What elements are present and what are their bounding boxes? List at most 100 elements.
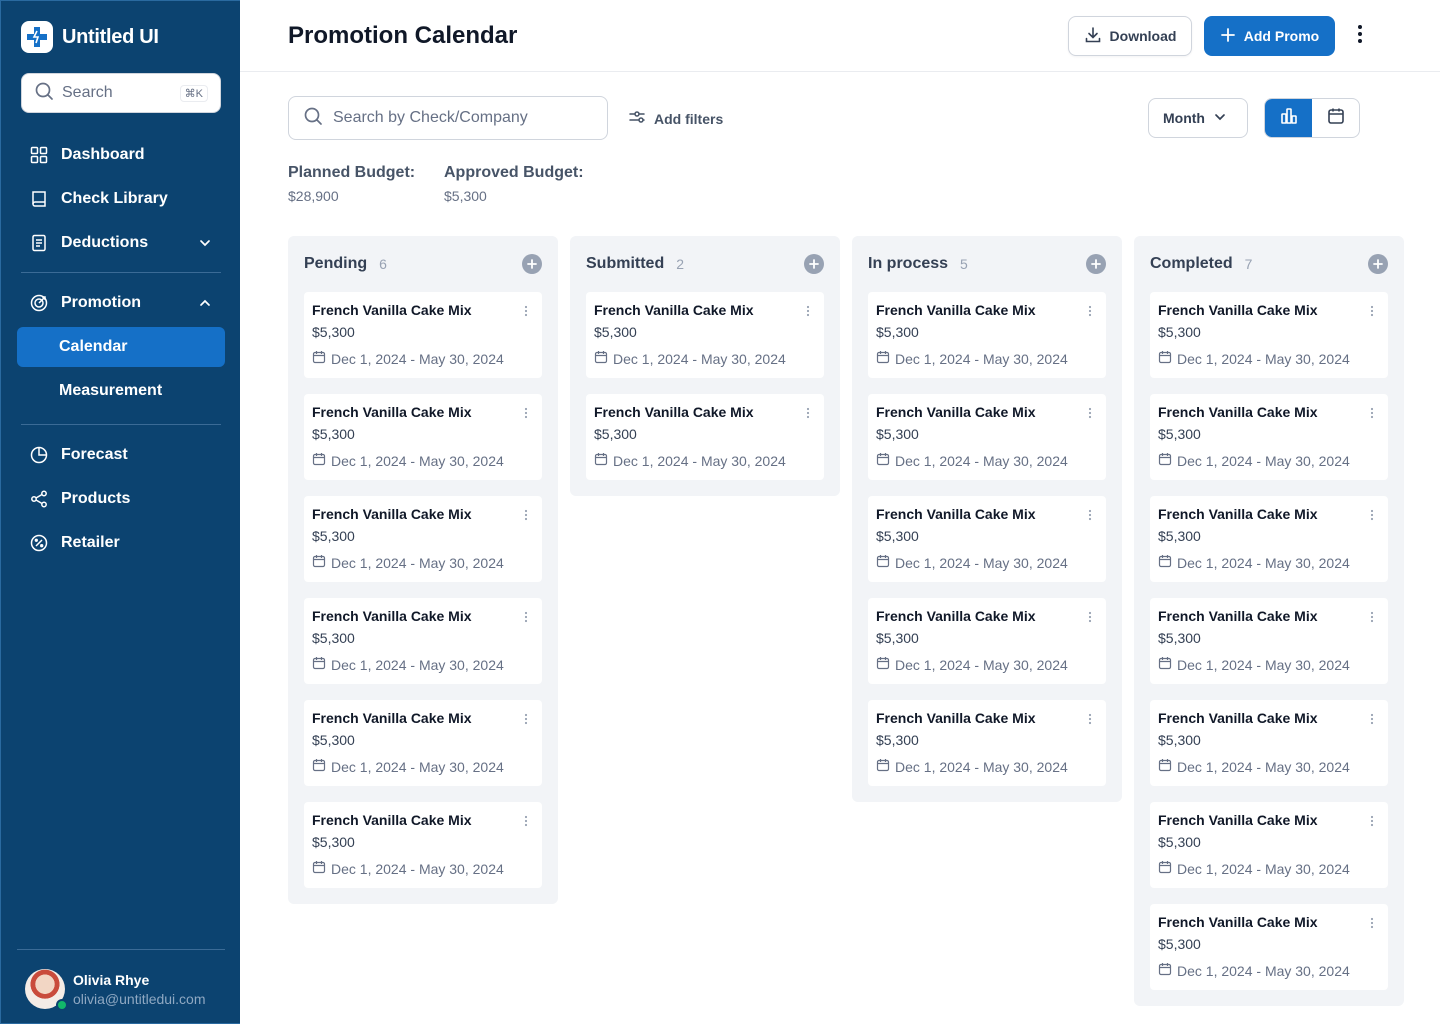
card-amount: $5,300 [876, 732, 919, 748]
promo-card[interactable]: French Vanilla Cake Mix $5,300 Dec 1, 2024… [304, 394, 542, 480]
promo-card[interactable]: French Vanilla Cake Mix $5,300 Dec 1, 2024… [586, 292, 824, 378]
period-select[interactable]: Month [1148, 98, 1248, 138]
more-vertical-icon[interactable] [1366, 610, 1378, 624]
more-vertical-icon[interactable] [1084, 508, 1096, 522]
card-amount: $5,300 [1158, 426, 1201, 442]
more-vertical-icon[interactable] [1366, 304, 1378, 318]
add-filters-button[interactable]: Add filters [628, 108, 723, 129]
sidebar-item-products[interactable]: Products [17, 479, 225, 519]
card-amount: $5,300 [312, 834, 355, 850]
more-vertical-icon[interactable] [520, 508, 532, 522]
more-vertical-icon[interactable] [520, 406, 532, 420]
add-card-button[interactable] [804, 254, 824, 274]
planned-budget-label: Planned Budget: [288, 164, 416, 181]
promo-card[interactable]: French Vanilla Cake Mix $5,300 Dec 1, 2024… [1150, 700, 1388, 786]
card-amount: $5,300 [1158, 834, 1201, 850]
card-date-range: Dec 1, 2024 - May 30, 2024 [312, 554, 534, 571]
add-card-button[interactable] [522, 254, 542, 274]
promo-card[interactable]: French Vanilla Cake Mix $5,300 Dec 1, 2024… [1150, 802, 1388, 888]
sidebar-item-calendar[interactable]: Calendar [17, 327, 225, 367]
add-promo-button[interactable]: Add Promo [1204, 16, 1335, 56]
calendar-icon [594, 350, 608, 367]
promo-card[interactable]: French Vanilla Cake Mix $5,300 Dec 1, 2024… [304, 802, 542, 888]
more-vertical-icon[interactable] [802, 304, 814, 318]
sidebar-search-input[interactable]: Search ⌘K [21, 73, 221, 113]
promo-card[interactable]: French Vanilla Cake Mix $5,300 Dec 1, 2024… [304, 598, 542, 684]
promo-card[interactable]: French Vanilla Cake Mix $5,300 Dec 1, 2024… [304, 700, 542, 786]
promo-card[interactable]: French Vanilla Cake Mix $5,300 Dec 1, 2024… [868, 292, 1106, 378]
promo-card[interactable]: French Vanilla Cake Mix $5,300 Dec 1, 2024… [868, 496, 1106, 582]
card-dates: Dec 1, 2024 - May 30, 2024 [331, 758, 504, 775]
sidebar-item-retailer[interactable]: Retailer [17, 523, 225, 563]
search-shortcut: ⌘K [179, 84, 208, 102]
more-vertical-icon[interactable] [1366, 508, 1378, 522]
promo-card[interactable]: French Vanilla Cake Mix $5,300 Dec 1, 2024… [586, 394, 824, 480]
planned-budget-value: $28,900 [288, 188, 339, 204]
more-vertical-icon[interactable] [1084, 406, 1096, 420]
sidebar-item-deductions[interactable]: Deductions [17, 223, 225, 263]
sidebar-item-dashboard[interactable]: Dashboard [17, 135, 225, 175]
more-vertical-icon[interactable] [520, 712, 532, 726]
card-title: French Vanilla Cake Mix [876, 506, 1036, 522]
promo-card[interactable]: French Vanilla Cake Mix $5,300 Dec 1, 2024… [304, 496, 542, 582]
user-profile[interactable]: Olivia Rhye olivia@untitledui.com [25, 969, 206, 1011]
column-header: In process 5 [868, 252, 1106, 276]
calendar-view-button[interactable] [1312, 99, 1359, 137]
more-vertical-icon[interactable] [1366, 406, 1378, 420]
promo-card[interactable]: French Vanilla Cake Mix $5,300 Dec 1, 2024… [1150, 598, 1388, 684]
target-icon [29, 293, 49, 313]
promo-card[interactable]: French Vanilla Cake Mix $5,300 Dec 1, 2024… [304, 292, 542, 378]
promo-card[interactable]: French Vanilla Cake Mix $5,300 Dec 1, 2024… [868, 598, 1106, 684]
avatar [25, 969, 68, 1011]
column-header: Completed 7 [1150, 252, 1388, 276]
card-title: French Vanilla Cake Mix [312, 608, 472, 624]
search-input[interactable]: Search by Check/Company [288, 96, 608, 140]
more-vertical-icon[interactable] [1084, 610, 1096, 624]
more-vertical-icon[interactable] [1084, 304, 1096, 318]
more-vertical-icon[interactable] [802, 406, 814, 420]
logo[interactable]: Untitled UI [21, 21, 159, 53]
promo-card[interactable]: French Vanilla Cake Mix $5,300 Dec 1, 2024… [1150, 496, 1388, 582]
more-vertical-icon[interactable] [520, 610, 532, 624]
card-dates: Dec 1, 2024 - May 30, 2024 [331, 554, 504, 571]
card-date-range: Dec 1, 2024 - May 30, 2024 [876, 758, 1098, 775]
approved-budget-label: Approved Budget: [444, 164, 584, 181]
board-view-button[interactable] [1265, 99, 1312, 137]
sidebar-item-forecast[interactable]: Forecast [17, 435, 225, 475]
sidebar-item-measurement[interactable]: Measurement [17, 371, 225, 411]
add-card-button[interactable] [1368, 254, 1388, 274]
column-count: 5 [960, 256, 968, 272]
card-title: French Vanilla Cake Mix [876, 404, 1036, 420]
sidebar-item-check-library[interactable]: Check Library [17, 179, 225, 219]
calendar-icon [1158, 860, 1172, 877]
card-title: French Vanilla Cake Mix [312, 506, 472, 522]
card-dates: Dec 1, 2024 - May 30, 2024 [895, 350, 1068, 367]
download-button[interactable]: Download [1068, 16, 1192, 56]
sidebar-item-promotion[interactable]: Promotion [17, 283, 225, 323]
more-vertical-icon[interactable] [1084, 712, 1096, 726]
calendar-icon [312, 350, 326, 367]
promo-card[interactable]: French Vanilla Cake Mix $5,300 Dec 1, 2024… [1150, 904, 1388, 990]
sidebar-item-label: Retailer [61, 534, 120, 551]
more-vertical-icon[interactable] [1366, 712, 1378, 726]
view-toggle [1264, 98, 1360, 138]
more-vertical-icon[interactable] [520, 814, 532, 828]
add-card-button[interactable] [1086, 254, 1106, 274]
more-options-button[interactable] [1348, 24, 1372, 48]
bar-chart-icon [1279, 106, 1299, 131]
promo-card[interactable]: French Vanilla Cake Mix $5,300 Dec 1, 2024… [868, 700, 1106, 786]
download-icon [1084, 26, 1102, 47]
more-vertical-icon[interactable] [1366, 916, 1378, 930]
calendar-icon [1158, 452, 1172, 469]
chevron-down-icon [1213, 110, 1227, 127]
more-vertical-icon[interactable] [1366, 814, 1378, 828]
promo-card[interactable]: French Vanilla Cake Mix $5,300 Dec 1, 2024… [1150, 394, 1388, 480]
card-dates: Dec 1, 2024 - May 30, 2024 [1177, 554, 1350, 571]
add-filters-label: Add filters [654, 110, 724, 127]
card-dates: Dec 1, 2024 - May 30, 2024 [895, 758, 1068, 775]
promo-card[interactable]: French Vanilla Cake Mix $5,300 Dec 1, 2024… [1150, 292, 1388, 378]
promo-card[interactable]: French Vanilla Cake Mix $5,300 Dec 1, 2024… [868, 394, 1106, 480]
book-icon [29, 189, 49, 209]
more-vertical-icon[interactable] [520, 304, 532, 318]
calendar-icon [1158, 758, 1172, 775]
